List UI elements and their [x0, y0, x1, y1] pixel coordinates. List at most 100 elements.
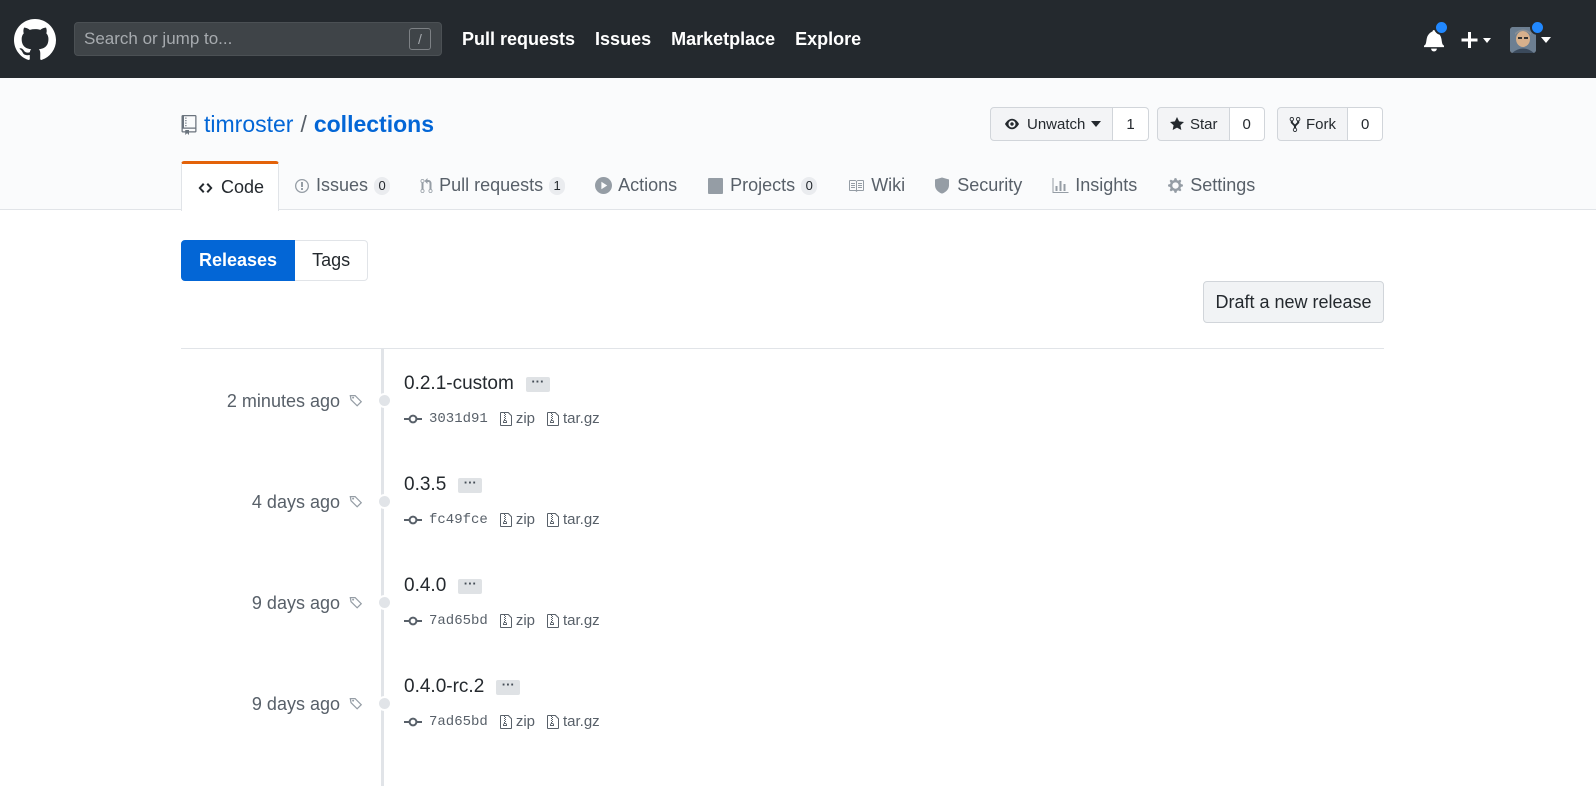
tab-issues[interactable]: Issues 0: [279, 161, 405, 210]
expand-ellipsis-button[interactable]: ···: [458, 577, 483, 594]
targz-label: tar.gz: [563, 511, 600, 528]
download-zip-link[interactable]: zip: [499, 713, 535, 730]
release-date: 9 days ago: [251, 593, 340, 613]
watch-group: Unwatch 1: [990, 107, 1149, 141]
commit-sha-link[interactable]: fc49fce: [429, 512, 488, 528]
zip-label: zip: [515, 511, 535, 528]
nav-explore[interactable]: Explore: [795, 28, 861, 50]
commit-sha-link[interactable]: 7ad65bd: [429, 714, 488, 730]
release-item: 9 days ago 0.4.0 ··· 7ad65bd zip tar.gz: [0, 551, 1596, 652]
chevron-down-icon[interactable]: [1541, 37, 1551, 43]
tab-pull-requests-label: Pull requests: [439, 175, 544, 195]
file-zip-icon: [547, 714, 559, 729]
release-tag-link[interactable]: 0.4.0-rc.2: [404, 676, 484, 698]
tab-code[interactable]: Code: [181, 161, 280, 211]
fork-button[interactable]: Fork: [1277, 107, 1348, 141]
timeline-dot: [377, 393, 392, 408]
tab-wiki-label: Wiki: [871, 175, 906, 195]
expand-ellipsis-button[interactable]: ···: [458, 476, 483, 493]
release-tag-link[interactable]: 0.2.1-custom: [404, 373, 514, 395]
project-icon: [708, 177, 724, 194]
book-icon: [849, 179, 865, 192]
releases-subnav: Releases Tags: [181, 240, 369, 281]
zip-label: zip: [515, 713, 535, 730]
pull-requests-counter: 1: [549, 176, 566, 195]
file-zip-icon: [499, 714, 512, 729]
projects-counter: 0: [801, 176, 818, 195]
nav-marketplace[interactable]: Marketplace: [671, 28, 775, 50]
tab-projects[interactable]: Projects 0: [692, 161, 832, 210]
download-targz-link[interactable]: tar.gz: [547, 713, 600, 730]
tab-pull-requests[interactable]: Pull requests 1: [405, 161, 580, 210]
tab-security[interactable]: Security: [920, 161, 1037, 210]
download-zip-link[interactable]: zip: [499, 511, 535, 528]
shield-icon: [935, 177, 950, 194]
path-separator: /: [300, 111, 307, 137]
plus-icon: [1461, 32, 1491, 48]
download-targz-link[interactable]: tar.gz: [547, 612, 600, 629]
repo-nav: Code Issues 0 Pull requests 1 Actions Pr…: [181, 161, 1270, 211]
download-targz-link[interactable]: tar.gz: [547, 410, 600, 427]
chevron-down-icon: [1091, 121, 1102, 127]
watchers-count[interactable]: 1: [1113, 107, 1149, 141]
download-zip-link[interactable]: zip: [499, 612, 535, 629]
tab-settings-label: Settings: [1190, 175, 1256, 195]
timeline-dot: [377, 494, 392, 509]
draft-new-release-button[interactable]: Draft a new release: [1203, 281, 1384, 323]
commit-sha-link[interactable]: 3031d91: [429, 411, 488, 427]
star-group: Star 0: [1157, 107, 1265, 141]
release-meta: fc49fce zip tar.gz: [404, 511, 612, 528]
tab-settings[interactable]: Settings: [1152, 161, 1270, 210]
file-zip-icon: [547, 613, 559, 628]
create-new-dropdown[interactable]: [1460, 28, 1494, 52]
releases-tab[interactable]: Releases: [181, 240, 296, 281]
search-input[interactable]: [75, 23, 404, 55]
pull-request-icon: [420, 177, 433, 193]
unwatch-label: Unwatch: [1027, 115, 1086, 133]
issue-icon: [295, 178, 310, 193]
release-item: 9 days ago 0.4.0-rc.2 ··· 7ad65bd zip ta…: [0, 652, 1596, 753]
stargazers-count[interactable]: 0: [1229, 107, 1265, 141]
file-zip-icon: [499, 512, 512, 527]
targz-label: tar.gz: [563, 713, 600, 730]
expand-ellipsis-button[interactable]: ···: [525, 375, 550, 392]
tab-wiki[interactable]: Wiki: [832, 161, 920, 210]
download-zip-link[interactable]: zip: [499, 410, 535, 427]
tag-icon: [349, 495, 363, 508]
tags-tab[interactable]: Tags: [295, 240, 369, 281]
nav-issues[interactable]: Issues: [595, 28, 651, 50]
targz-label: tar.gz: [563, 612, 600, 629]
fork-label: Fork: [1306, 115, 1336, 133]
repo-owner-link[interactable]: timroster: [204, 111, 293, 138]
expand-ellipsis-button[interactable]: ···: [496, 678, 521, 695]
commit-icon: [404, 717, 422, 726]
release-meta: 7ad65bd zip tar.gz: [404, 612, 612, 629]
file-zip-icon: [499, 411, 512, 426]
tab-actions-label: Actions: [618, 175, 678, 195]
release-title: 0.4.0 ···: [404, 575, 483, 597]
star-button[interactable]: Star: [1157, 107, 1230, 141]
commit-sha-link[interactable]: 7ad65bd: [429, 613, 488, 629]
release-tag-link[interactable]: 0.4.0: [404, 575, 446, 597]
zip-label: zip: [515, 410, 535, 427]
file-zip-icon: [547, 411, 559, 426]
download-targz-link[interactable]: tar.gz: [547, 511, 600, 528]
repo-name-link[interactable]: collections: [314, 111, 434, 138]
repo-title: timroster / collections: [181, 111, 434, 138]
timeline-dot: [377, 696, 392, 711]
targz-label: tar.gz: [563, 410, 600, 427]
repo-icon: [181, 114, 197, 135]
slash-shortcut-hint: /: [409, 28, 431, 50]
nav-pull-requests[interactable]: Pull requests: [462, 28, 575, 50]
github-logo-icon[interactable]: [14, 19, 56, 61]
star-label: Star: [1190, 115, 1218, 133]
release-tag-link[interactable]: 0.3.5: [404, 474, 446, 496]
commit-icon: [404, 515, 422, 524]
tag-icon: [349, 394, 363, 407]
unwatch-button[interactable]: Unwatch: [990, 107, 1114, 141]
forks-count[interactable]: 0: [1348, 107, 1384, 141]
tab-actions[interactable]: Actions: [580, 161, 692, 210]
tab-insights[interactable]: Insights: [1037, 161, 1152, 210]
code-icon: [198, 182, 213, 193]
tag-icon: [349, 697, 363, 710]
